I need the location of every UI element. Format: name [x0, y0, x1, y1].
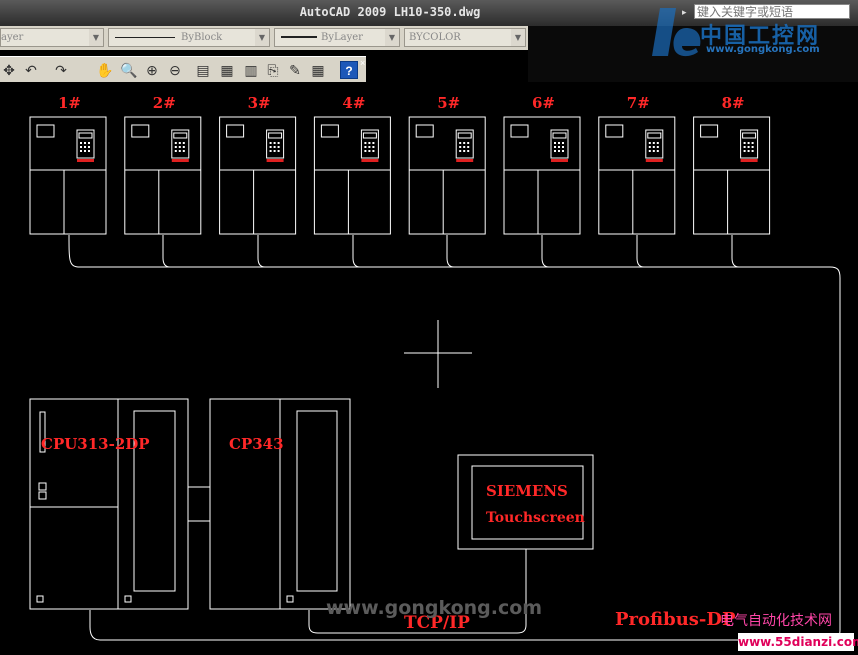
cabinet-label: 3# — [248, 94, 271, 112]
zoom-previous-icon[interactable]: ⊖ — [166, 61, 184, 79]
zoom-window-icon[interactable]: ⊕ — [143, 61, 161, 79]
drawing-canvas[interactable]: 1# 2# 3# 4# 5# 6# 7# 8# CPU313-2DP CP343… — [0, 82, 858, 655]
chevron-down-icon[interactable]: ▼ — [89, 29, 103, 46]
cabinet-label: 4# — [342, 94, 365, 112]
logo-url: www.gongkong.com — [706, 44, 820, 55]
linetype-combo-value: ByBlock — [181, 32, 223, 43]
cpu-label: CPU313-2DP — [41, 435, 150, 453]
plotstyle-combo[interactable]: BYCOLOR ▼ — [404, 28, 526, 47]
markup-icon[interactable]: ✎ — [286, 61, 304, 79]
crosshair-cursor — [404, 320, 472, 388]
vfd-cabinet: 6# — [503, 94, 581, 235]
vfd-cabinet: 7# — [598, 94, 676, 235]
linetype-sample — [115, 37, 175, 38]
cp-label: CP343 — [229, 435, 284, 453]
touchscreen-panel — [457, 454, 594, 550]
sheet-set-icon[interactable]: ⎘ — [264, 61, 282, 79]
layer-combo[interactable]: ayer ▼ — [0, 28, 104, 47]
vfd-cabinet: 2# — [124, 94, 202, 235]
cabinet-label: 5# — [437, 94, 460, 112]
linetype-combo[interactable]: ByBlock ▼ — [108, 28, 270, 47]
undo-icon[interactable]: ↶ — [22, 61, 40, 79]
profibus-bus-line — [68, 234, 841, 641]
watermark-right: 电气自动化技术网 — [720, 613, 832, 629]
help-icon[interactable]: ? — [340, 61, 358, 79]
calculator-icon[interactable]: ▦ — [309, 61, 327, 79]
chevron-down-icon[interactable]: ▼ — [385, 29, 399, 46]
cabinet-label: 1# — [58, 94, 81, 112]
touchscreen-label: Touchscreen — [486, 510, 585, 526]
lineweight-combo[interactable]: ByLayer ▼ — [274, 28, 400, 47]
tool-palettes-icon[interactable]: ▥ — [242, 61, 260, 79]
redo-icon[interactable]: ↷ — [52, 61, 70, 79]
cabinet-label: 8# — [722, 94, 745, 112]
connectors — [188, 486, 210, 522]
chevron-down-icon[interactable]: ▼ — [255, 29, 269, 46]
hand-icon[interactable]: ✋ — [96, 61, 114, 79]
standard-toolbar: ✥ ↶ ↷ ✋ 🔍 ⊕ ⊖ ▤ ▦ ▥ ⎘ ✎ ▦ ? — [0, 56, 366, 82]
zoom-icon[interactable]: 🔍 — [120, 61, 138, 79]
lineweight-sample — [281, 36, 317, 38]
vfd-cabinet: 8# — [693, 94, 771, 235]
layer-combo-value: ayer — [1, 32, 24, 43]
cabinet-label: 2# — [153, 94, 176, 112]
vfd-cabinet: 1# — [29, 94, 107, 235]
design-center-icon[interactable]: ▦ — [218, 61, 236, 79]
cp343-module — [209, 398, 351, 610]
vfd-cabinet: 4# — [313, 94, 391, 235]
touch-brand-label: SIEMENS — [486, 482, 568, 500]
pan-icon[interactable]: ✥ — [0, 61, 18, 79]
vfd-cabinets: 1# 2# 3# 4# 5# 6# 7# 8# — [29, 94, 771, 235]
watermark-right-url: www.55dianzi.com — [738, 633, 858, 651]
cabinet-label: 7# — [627, 94, 650, 112]
plotstyle-combo-value: BYCOLOR — [409, 32, 461, 43]
vfd-cabinet: 3# — [219, 94, 297, 235]
chevron-down-icon[interactable]: ▼ — [511, 29, 525, 46]
watermark-center: www.gongkong.com — [326, 597, 543, 619]
cabinet-drops — [162, 235, 740, 268]
lineweight-combo-value: ByLayer — [321, 32, 363, 43]
properties-toolbar: ayer ▼ ByBlock ▼ ByLayer ▼ BYCOLOR ▼ — [0, 26, 528, 50]
vfd-cabinet: 5# — [408, 94, 486, 235]
profibus-label: Profibus-DP — [615, 609, 736, 630]
close-icon[interactable]: × — [360, 58, 365, 68]
plc-cpu-module — [29, 398, 189, 610]
properties-icon[interactable]: ▤ — [194, 61, 212, 79]
cabinet-label: 6# — [532, 94, 555, 112]
